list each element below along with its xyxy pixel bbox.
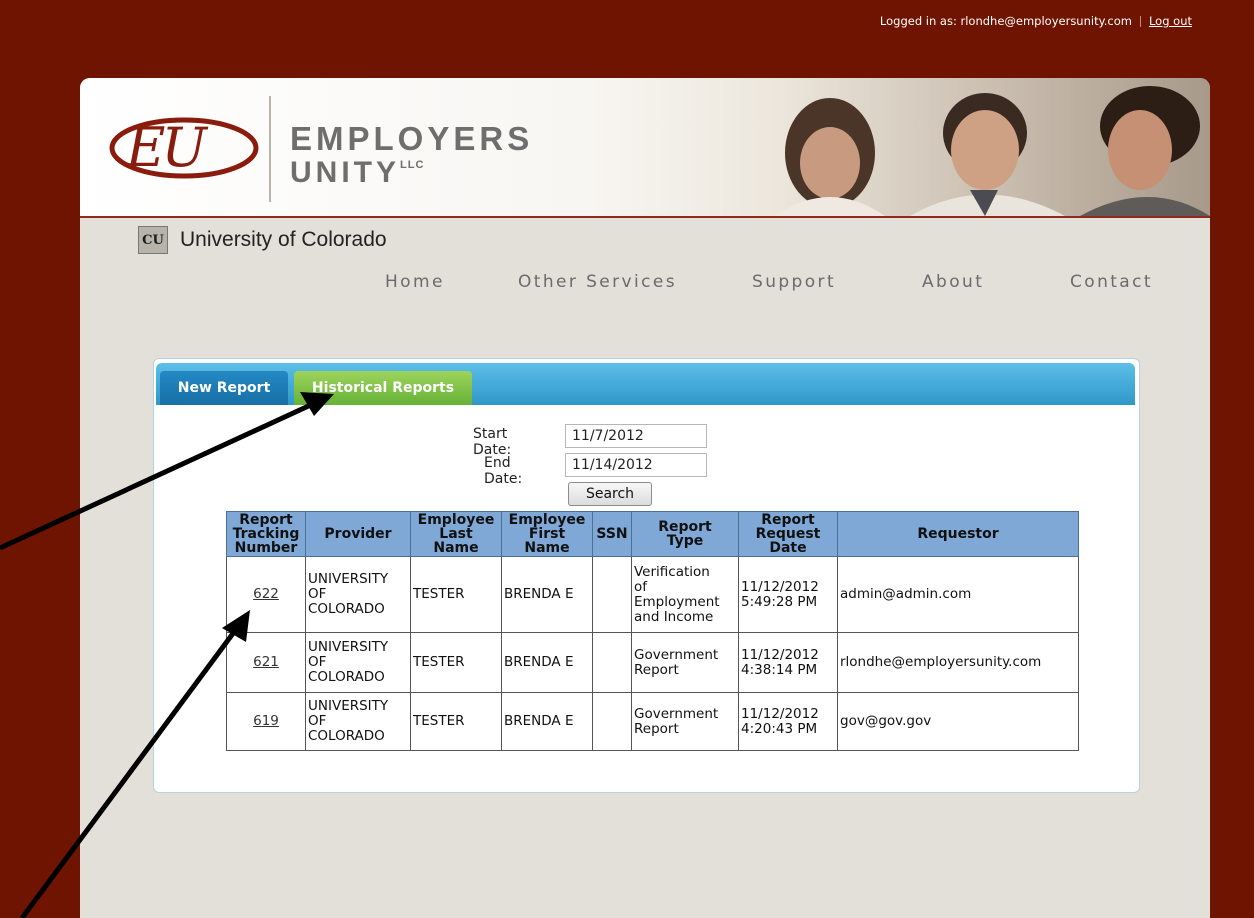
page-frame: Logged in as: rlondhe@employersunity.com… [0,0,1254,918]
arrowhead-historical-tab [300,392,334,416]
arrow-to-report-622 [19,626,240,918]
arrow-to-historical-tab [0,400,317,551]
annotation-arrows [0,392,334,918]
arrowhead-report-622 [222,610,250,642]
